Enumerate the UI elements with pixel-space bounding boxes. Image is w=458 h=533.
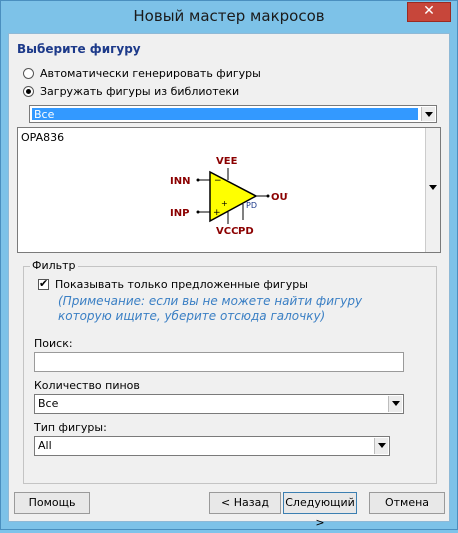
suggested-only-label: Показывать только предложенные фигуры bbox=[55, 278, 308, 291]
back-button[interactable]: < Назад bbox=[209, 492, 281, 514]
pin-dot bbox=[196, 178, 200, 182]
plus-sign: + bbox=[213, 208, 221, 218]
filter-group-title: Фильтр bbox=[30, 259, 78, 272]
search-label: Поиск: bbox=[34, 337, 73, 350]
chevron-down-icon[interactable] bbox=[374, 438, 388, 454]
close-button[interactable]: ✕ bbox=[407, 2, 451, 22]
help-button[interactable]: Помощь bbox=[14, 492, 90, 514]
pin-label-out: OUT bbox=[271, 192, 288, 203]
window-title: Новый мастер макросов bbox=[133, 7, 325, 25]
radio-auto-generate[interactable]: Автоматически генерировать фигуры bbox=[23, 66, 261, 80]
pin-name-pd: PD bbox=[246, 201, 257, 210]
preview-scroll-button[interactable] bbox=[425, 128, 440, 252]
library-select-value: Все bbox=[32, 108, 418, 121]
pin-label-inp: INP bbox=[170, 208, 189, 219]
shape-type-label: Тип фигуры: bbox=[34, 421, 107, 434]
cancel-button[interactable]: Отмена bbox=[369, 492, 445, 514]
wizard-window: Новый мастер макросов ✕ Выберите фигуру … bbox=[0, 0, 458, 530]
shape-type-value: All bbox=[38, 439, 52, 452]
plus-sign: + bbox=[221, 199, 228, 208]
next-button[interactable]: Следующий > bbox=[283, 492, 357, 529]
section-heading: Выберите фигуру bbox=[17, 42, 141, 56]
suggested-only-checkbox[interactable]: Показывать только предложенные фигуры bbox=[38, 277, 308, 291]
radio-load-library[interactable]: Загружать фигуры из библиотеки bbox=[23, 84, 239, 98]
minus-sign: − bbox=[214, 176, 222, 186]
pin-count-label: Количество пинов bbox=[34, 379, 140, 392]
pin-label-inn: INN bbox=[170, 176, 190, 187]
pin-label-vee: VEE bbox=[216, 156, 238, 167]
pin-label-vcc: VCC bbox=[216, 226, 238, 236]
pin-dot bbox=[266, 194, 270, 198]
filter-group: Фильтр Показывать только предложенные фи… bbox=[23, 259, 437, 484]
search-input[interactable] bbox=[34, 352, 404, 372]
part-name: OPA836 bbox=[21, 131, 65, 144]
title-bar[interactable]: Новый мастер макросов ✕ bbox=[1, 1, 457, 33]
shape-type-select[interactable]: All bbox=[34, 436, 390, 456]
library-select[interactable]: Все bbox=[29, 105, 437, 123]
radio-auto-generate-label: Автоматически генерировать фигуры bbox=[40, 66, 261, 80]
symbol-preview: OPA836 − + + VEE INN INP OU VCC PD PD bbox=[17, 127, 441, 253]
opamp-symbol: − + + VEE INN INP OUT VCC PD PD bbox=[170, 156, 288, 236]
radio-load-library-circle[interactable] bbox=[23, 85, 34, 97]
wizard-content: Выберите фигуру Автоматически генерирова… bbox=[8, 33, 450, 529]
pin-label-pd: PD bbox=[238, 226, 254, 236]
chevron-down-icon[interactable] bbox=[388, 396, 402, 412]
chevron-down-icon[interactable] bbox=[421, 107, 435, 121]
pin-dot bbox=[196, 210, 200, 214]
suggested-only-box[interactable] bbox=[38, 277, 49, 290]
pin-count-value: Все bbox=[38, 397, 59, 410]
pin-count-select[interactable]: Все bbox=[34, 394, 404, 414]
filter-note: (Примечание: если вы не можете найти фиг… bbox=[58, 294, 363, 323]
radio-load-library-label: Загружать фигуры из библиотеки bbox=[40, 84, 240, 98]
radio-auto-generate-circle[interactable] bbox=[23, 67, 34, 79]
